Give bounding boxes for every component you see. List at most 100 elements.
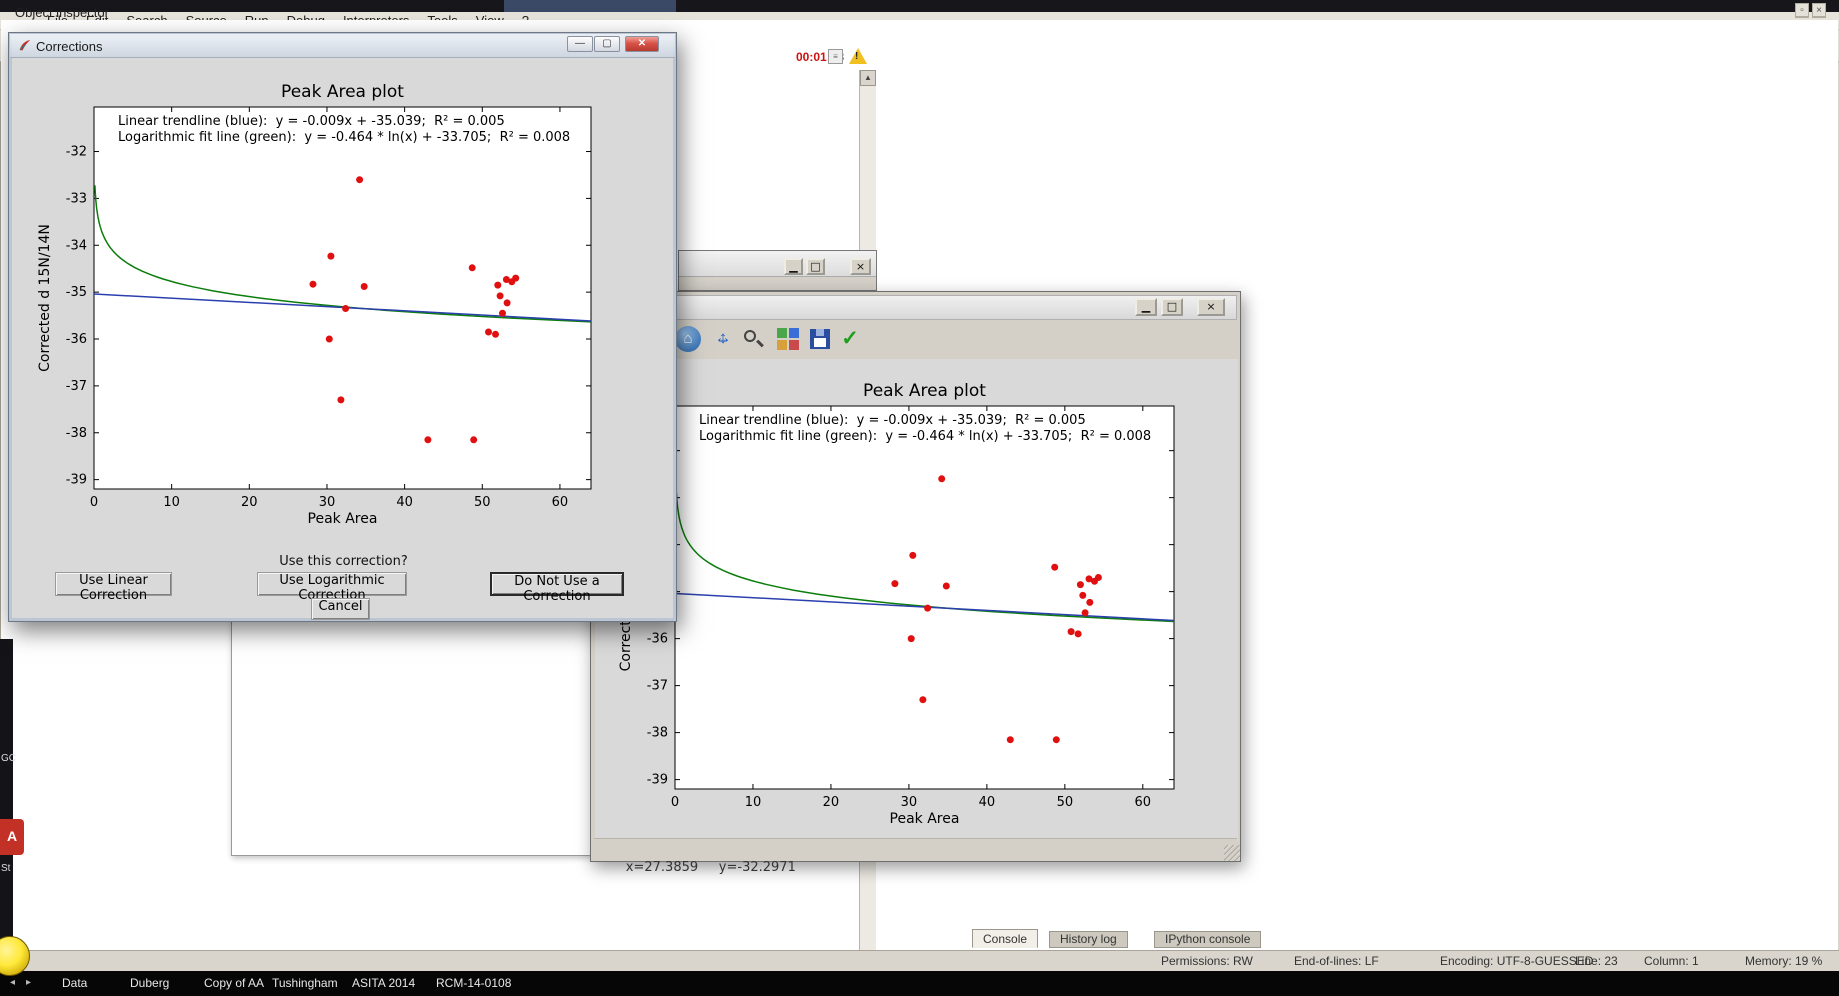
status-item-encoding: Encoding: UTF-8-GUESSED: [1440, 954, 1594, 968]
confirm-icon[interactable]: ✓: [837, 326, 863, 352]
subplots-icon[interactable]: [775, 326, 801, 352]
svg-text:Linear trendline (blue): y =: Linear trendline (blue): y = -0.009x + -…: [699, 413, 1086, 428]
svg-text:Peak Area: Peak Area: [890, 811, 960, 827]
svg-text:30: 30: [319, 495, 336, 510]
svg-text:-35: -35: [66, 285, 87, 300]
correction-question: Use this correction?: [279, 554, 408, 569]
desktop: FileEditSearchSourceRunDebugInterpreters…: [0, 0, 1839, 996]
background-figure-window: ▁ □ ×: [678, 250, 877, 291]
resize-grip[interactable]: [1224, 845, 1240, 861]
sheet-tab-data[interactable]: Data: [62, 976, 87, 990]
save-icon[interactable]: [807, 326, 833, 352]
svg-text:Peak Area plot: Peak Area plot: [863, 381, 986, 401]
svg-text:10: 10: [745, 795, 762, 810]
status-item-line: Line: 23: [1575, 954, 1618, 968]
svg-text:60: 60: [1135, 795, 1152, 810]
svg-text:10: 10: [163, 495, 180, 510]
svg-text:60: 60: [552, 495, 569, 510]
svg-text:-36: -36: [647, 632, 668, 647]
ghost-titlebar[interactable]: [679, 251, 876, 277]
left-window-strip: GC St Rep...: [0, 639, 29, 971]
cancel-button[interactable]: Cancel: [311, 598, 370, 620]
minimize-button[interactable]: ▁: [784, 258, 803, 275]
tk-feather-icon: [19, 39, 31, 51]
svg-text:30: 30: [901, 795, 918, 810]
svg-text:40: 40: [396, 495, 413, 510]
figure-toolbar: ⌂ ↔ ↕ ✓: [594, 323, 1237, 355]
status-item-end-of-lines: End-of-lines: LF: [1294, 954, 1379, 968]
corrections-dialog: Corrections — ▢ ✕ 0 10 20 30 40 50 60 -32 -33 -34…: [8, 32, 677, 622]
adobe-icon[interactable]: A: [0, 819, 24, 855]
svg-text:20: 20: [241, 495, 258, 510]
sheet-nav-left[interactable]: ◂: [10, 977, 15, 988]
svg-text:0: 0: [671, 795, 679, 810]
figure-window: ▁ □ × ⌂ ↔↕ ✓ 0102030405060-32-33-34-35-3…: [590, 291, 1241, 875]
inspector-title: Object inspector: [15, 5, 109, 20]
zoom-icon[interactable]: [740, 326, 766, 352]
sheet-tab-duberg[interactable]: Duberg: [130, 976, 169, 990]
undock-icon[interactable]: ▫: [1795, 3, 1809, 17]
svg-text:-38: -38: [647, 726, 668, 741]
svg-text:-37: -37: [647, 679, 668, 694]
svg-text:Logarithmic fit line (green):: Logarithmic fit line (green): y = -0.464…: [699, 429, 1151, 444]
svg-text:50: 50: [1057, 795, 1074, 810]
status-item-column: Column: 1: [1644, 954, 1699, 968]
tab-history-log[interactable]: History log: [1049, 931, 1128, 948]
svg-text:-36: -36: [66, 332, 87, 347]
background-window-fragment: [504, 0, 676, 12]
svg-text:Peak Area plot: Peak Area plot: [281, 82, 404, 102]
sheet-tab-rcm-14-0108[interactable]: RCM-14-0108: [436, 976, 511, 990]
sheet-tab-asita-2014[interactable]: ASITA 2014: [352, 976, 415, 990]
warning-icon[interactable]: !: [849, 48, 867, 64]
use-logarithmic-correction-button[interactable]: Use Logarithmic Correction: [257, 572, 407, 603]
figure-statusbar: x=27.3859 y=-32.2971: [594, 838, 1237, 875]
cursor-coordinates: x=27.3859 y=-32.2971: [625, 860, 796, 875]
svg-text:20: 20: [823, 795, 840, 810]
close-button[interactable]: ×: [850, 258, 871, 275]
status-item-memory: Memory: 19 %: [1745, 954, 1823, 968]
svg-text:Corrected d 15N/14N: Corrected d 15N/14N: [37, 224, 53, 372]
svg-text:Linear trendline (blue): y =: Linear trendline (blue): y = -0.009x + -…: [118, 114, 505, 129]
svg-text:Logarithmic fit line (green):: Logarithmic fit line (green): y = -0.464…: [118, 130, 570, 145]
scroll-indicator-icon[interactable]: ≡: [828, 49, 843, 64]
dialog-title: Corrections: [36, 39, 103, 54]
sheet-tab-tushingham[interactable]: Tushingham: [272, 976, 338, 990]
sheet-tab-copy-of-aa[interactable]: Copy of AA: [204, 976, 264, 990]
svg-text:40: 40: [979, 795, 996, 810]
close-button[interactable]: ×: [1197, 298, 1225, 316]
spyder-statusbar: Permissions: RW End-of-lines: LF Encoding:…: [0, 950, 1839, 971]
top-window-strip: [0, 0, 1839, 12]
svg-text:-37: -37: [66, 379, 87, 394]
home-icon[interactable]: ⌂: [675, 326, 701, 352]
svg-text:-32: -32: [66, 145, 87, 160]
close-button[interactable]: ✕: [625, 36, 659, 52]
svg-text:-39: -39: [66, 473, 87, 488]
sheet-nav-right[interactable]: ▸: [26, 977, 31, 988]
status-item-permissions: Permissions: RW: [1161, 954, 1253, 968]
minimize-button[interactable]: ▁: [1135, 298, 1157, 316]
maximize-button[interactable]: ▢: [594, 36, 620, 52]
svg-text:-38: -38: [66, 426, 87, 441]
maximize-button[interactable]: □: [1161, 298, 1183, 316]
svg-text:-34: -34: [66, 238, 87, 253]
svg-text:0: 0: [90, 495, 98, 510]
scroll-up-button[interactable]: ▲: [860, 70, 876, 86]
peak-area-plot-canvas[interactable]: 0102030405060-32-33-34-35-36-37-38-39Lin…: [595, 359, 1238, 841]
gc-fragment: GC: [1, 753, 16, 764]
pan-icon[interactable]: ↔ ↕: [710, 326, 736, 352]
svg-text:-39: -39: [647, 773, 668, 788]
minimize-button[interactable]: —: [567, 36, 593, 52]
tab-console[interactable]: Console: [972, 929, 1039, 948]
do-not-use-correction-button[interactable]: Do Not Use a Correction: [490, 572, 624, 604]
maximize-button[interactable]: □: [806, 258, 825, 275]
taskbar: ◂ ▸ Data Duberg Copy of AA Tushingham ASITA …: [0, 971, 1839, 996]
sta-fragment: St: [1, 863, 11, 874]
tab-ipython-console[interactable]: IPython console: [1154, 931, 1262, 948]
svg-text:Peak Area: Peak Area: [308, 511, 378, 527]
peak-area-plot-canvas[interactable]: 0 10 20 30 40 50 60 -32 -33 -34 -35 -36 -37 -38 -39 Lin…: [21, 65, 654, 535]
console-tabs: Console History log IPython console: [962, 929, 1839, 949]
svg-text:50: 50: [474, 495, 491, 510]
close-icon[interactable]: ×: [1812, 3, 1826, 17]
svg-text:-33: -33: [66, 191, 87, 206]
use-linear-correction-button[interactable]: Use Linear Correction: [55, 572, 172, 603]
